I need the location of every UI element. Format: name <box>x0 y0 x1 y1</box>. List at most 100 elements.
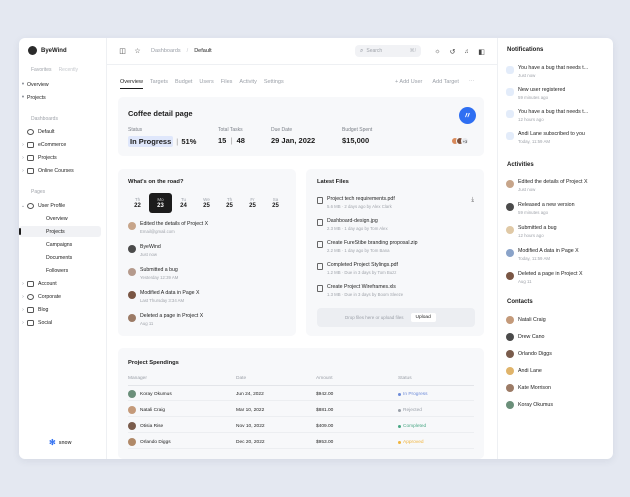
sidebar-item-label: Documents <box>46 254 73 261</box>
day-of-week: Th <box>226 197 233 202</box>
contact-item[interactable]: Andi Lane <box>506 367 542 375</box>
table-row[interactable]: Orlando Diggs Dec 20, 2022 $953.00 Appro… <box>128 436 474 449</box>
bell-icon[interactable]: ♫ <box>463 48 470 55</box>
table-row[interactable]: Otisia Rise Nov 10, 2022 $409.00 Complet… <box>128 420 474 433</box>
tab-budget[interactable]: Budget <box>175 79 192 89</box>
file-item[interactable]: Create Project Wireframes.xls 1.3 MB · D… <box>317 284 403 297</box>
sidebar-item-user-projects[interactable]: Projects <box>19 226 101 237</box>
sidebar-item-projects[interactable]: › Projects <box>19 152 101 163</box>
file-item[interactable]: Create FureStibe branding proposal.zip 2… <box>317 240 418 253</box>
brand[interactable]: ByeWind <box>28 46 67 55</box>
contact-item[interactable]: Koray Okumus <box>506 401 553 409</box>
favorite-item-overview[interactable]: • Overview <box>19 79 101 90</box>
sidebar-item-social[interactable]: › Social <box>19 317 101 328</box>
file-item[interactable]: Completed Project Stylings.pdf 1.2 MB · … <box>317 262 398 275</box>
sidebar-item-overview[interactable]: Overview <box>19 213 101 224</box>
star-icon[interactable]: ☆ <box>134 48 141 55</box>
notification-item[interactable]: You have a bug that needs t... Just now <box>506 65 588 78</box>
activity-time: Just now <box>518 186 536 192</box>
sidebar-item-followers[interactable]: Followers <box>19 265 101 276</box>
file-name: Project tech requirements.pdf <box>327 196 395 202</box>
day-chip[interactable]: Mo 23 <box>149 193 172 213</box>
day-chip[interactable]: Sa 25 <box>264 193 287 213</box>
road-item[interactable]: Modified A data in Page X Last Thursday … <box>128 290 199 303</box>
tab-targets[interactable]: Targets <box>150 79 168 89</box>
table-row[interactable]: Koray Okumus Jun 24, 2022 $942.00 In Pro… <box>128 388 474 401</box>
activity-item[interactable]: Submitted a bug 12 hours ago <box>506 225 557 238</box>
panel-toggle-icon[interactable]: ◧ <box>478 48 485 56</box>
day-number: 23 <box>157 203 164 209</box>
tab-actions: + Add User Add Target ⋯ <box>395 79 474 85</box>
sidebar-toggle-icon[interactable]: ◫ <box>119 48 126 55</box>
road-item[interactable]: Edited the details of Project X Email@gm… <box>128 221 208 234</box>
add-user-button[interactable]: + Add User <box>395 79 422 85</box>
day-chip[interactable]: Fr 25 <box>241 193 264 213</box>
status-badge: Approved <box>403 439 424 445</box>
road-item[interactable]: Deleted a page in Project X Aug 11 <box>128 313 203 326</box>
activity-time: Today, 11:59 AM <box>518 255 551 261</box>
sun-icon[interactable]: ☼ <box>434 48 441 55</box>
sidebar-item-documents[interactable]: Documents <box>19 252 101 263</box>
budget-value: $15,000 <box>342 136 370 145</box>
bug-icon <box>506 66 514 74</box>
download-icon[interactable]: ⤓ <box>471 197 474 204</box>
spend-amount: $881.00 <box>316 407 334 413</box>
tab-recently[interactable]: Recently <box>59 67 78 73</box>
day-chip[interactable]: Tu 24 <box>172 193 195 213</box>
activity-item[interactable]: Modified A data in Page X Today, 11:59 A… <box>506 248 579 261</box>
road-item[interactable]: Submitted a bug Yesterday 12:39 AM <box>128 267 178 280</box>
sidebar-item-ecommerce[interactable]: › eCommerce <box>19 139 101 150</box>
history-icon[interactable]: ↺ <box>449 48 456 56</box>
road-item-title: Submitted a bug <box>140 267 178 273</box>
favorite-item-projects[interactable]: • Projects <box>19 92 101 103</box>
activity-item[interactable]: Edited the details of Project X Just now <box>506 179 588 192</box>
file-item[interactable]: Project tech requirements.pdf 5.6 MB · 2… <box>317 196 395 209</box>
file-item[interactable]: Dashboard-design.jpg 2.3 MB · 1 day ago … <box>317 218 388 231</box>
tab-activity[interactable]: Activity <box>239 79 256 89</box>
sidebar-item-corporate[interactable]: › Corporate <box>19 291 101 302</box>
notification-item[interactable]: New user registered 59 minutes ago <box>506 87 565 100</box>
sidebar-item-campaigns[interactable]: Campaigns <box>19 239 101 250</box>
avatar <box>506 226 514 234</box>
avatar <box>506 333 514 341</box>
file-dropzone[interactable]: Drop files here or upload files Upload <box>317 308 475 327</box>
notification-item[interactable]: Andi Lane subscribed to you Today, 11:59… <box>506 131 585 144</box>
road-item-sub: Last Thursday 3:34 AM <box>140 297 185 303</box>
contact-item[interactable]: Orlando Diggs <box>506 350 552 358</box>
road-card: What's on the road? Th 22 Mo 23 Tu 24 We… <box>118 169 296 336</box>
tab-favorites[interactable]: Favorites <box>31 67 52 73</box>
notification-item[interactable]: You have a bug that needs t... 12 hours … <box>506 109 588 122</box>
activity-item[interactable]: Released a new version 59 minutes ago <box>506 202 575 215</box>
tab-users[interactable]: Users <box>199 79 213 89</box>
right-panel: Notifications You have a bug that needs … <box>497 38 613 459</box>
avatar <box>128 268 136 276</box>
avatar <box>128 222 136 230</box>
search-input[interactable]: ⌕ Search ⌘/ <box>355 45 421 57</box>
more-icon[interactable]: ⋯ <box>469 79 475 85</box>
road-item[interactable]: ByeWind Just now <box>128 244 161 257</box>
day-chip[interactable]: We 25 <box>195 193 218 213</box>
tab-settings[interactable]: Settings <box>264 79 284 89</box>
tab-overview[interactable]: Overview <box>120 79 143 89</box>
day-of-week: Mo <box>157 197 164 202</box>
sidebar-item-account[interactable]: › Account <box>19 278 101 289</box>
day-chip[interactable]: Th 25 <box>218 193 241 213</box>
upload-button[interactable]: Upload <box>410 313 436 322</box>
table-row[interactable]: Natali Craig Mar 10, 2022 $881.00 Reject… <box>128 404 474 417</box>
contact-item[interactable]: Drew Cano <box>506 333 545 341</box>
sidebar-item-default[interactable]: Default <box>19 126 101 137</box>
contact-item[interactable]: Natali Craig <box>506 316 546 324</box>
sidebar-item-blog[interactable]: › Blog <box>19 304 101 315</box>
breadcrumb-default[interactable]: Default <box>194 48 211 54</box>
add-target-button[interactable]: Add Target <box>432 79 459 85</box>
sidebar-item-user-profile[interactable]: ⌄ User Profile <box>19 200 101 211</box>
notification-time: Today, 11:59 AM <box>518 138 551 144</box>
day-chip[interactable]: Th 22 <box>126 193 149 213</box>
sidebar-item-online-courses[interactable]: › Online Courses <box>19 165 101 176</box>
breadcrumb-dashboards[interactable]: Dashboards <box>151 48 181 54</box>
tab-files[interactable]: Files <box>221 79 233 89</box>
spend-amount: $409.00 <box>316 423 334 429</box>
contact-item[interactable]: Kate Morrison <box>506 384 551 392</box>
avatar-stack[interactable]: +3 <box>451 137 469 145</box>
activity-item[interactable]: Deleted a page in Project X Aug 11 <box>506 271 583 284</box>
